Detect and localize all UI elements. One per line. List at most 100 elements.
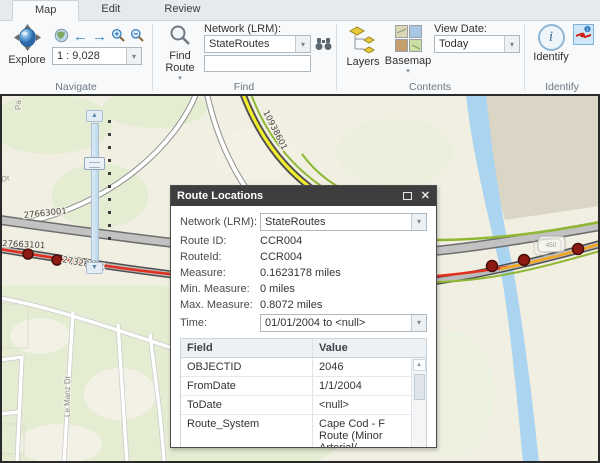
layers-label: Layers bbox=[346, 56, 379, 68]
close-icon[interactable]: ✕ bbox=[421, 191, 430, 202]
attribute-table: Field Value OBJECTID 2046 FromDate 1/1/2… bbox=[180, 338, 427, 448]
tab-review[interactable]: Review bbox=[142, 0, 222, 20]
identify-label: Identify bbox=[533, 51, 568, 63]
zoom-slider-track[interactable] bbox=[91, 123, 99, 261]
popup-network-value: StateRoutes bbox=[261, 216, 411, 228]
table-row[interactable]: FromDate 1/1/2004 bbox=[181, 377, 411, 396]
table-row[interactable]: Route_System Cape Cod - F Route (Minor A… bbox=[181, 415, 411, 448]
navigate-icon-row: ← → bbox=[54, 28, 145, 46]
zoom-slider-down-button[interactable]: ▼ bbox=[86, 262, 103, 274]
table-cell-value: <null> bbox=[313, 396, 411, 414]
basemap-button[interactable]: Basemap ▾ bbox=[386, 25, 430, 75]
popup-body: Network (LRM): StateRoutes ▾ Route ID: C… bbox=[171, 206, 436, 448]
zoom-in-icon[interactable] bbox=[111, 28, 126, 46]
popup-field-label: Time: bbox=[180, 317, 260, 329]
popup-time-value: 01/01/2004 to <null> bbox=[261, 317, 411, 329]
table-cell-value: 1/1/2004 bbox=[313, 377, 411, 395]
scrollbar-thumb[interactable] bbox=[414, 374, 425, 400]
attribute-table-rows: OBJECTID 2046 FromDate 1/1/2004 ToDate <… bbox=[181, 358, 411, 448]
network-lrm-combobox[interactable]: StateRoutes ▾ bbox=[204, 35, 311, 53]
popup-field-label: Route ID: bbox=[180, 235, 260, 247]
popup-field-label: Measure: bbox=[180, 267, 260, 279]
layers-icon bbox=[348, 25, 378, 56]
popup-field-label: Max. Measure: bbox=[180, 299, 260, 311]
chevron-down-icon[interactable]: ▾ bbox=[504, 36, 519, 52]
popup-title: Route Locations bbox=[177, 190, 403, 202]
table-cell-value: 2046 bbox=[313, 358, 411, 376]
group-label-contents: Contents bbox=[336, 81, 524, 93]
zoom-out-icon[interactable] bbox=[130, 28, 145, 46]
street-label: Pa bbox=[14, 100, 23, 110]
scroll-up-icon[interactable]: ▲ bbox=[413, 359, 426, 371]
popup-network-combobox[interactable]: StateRoutes ▾ bbox=[260, 213, 427, 231]
table-row[interactable]: OBJECTID 2046 bbox=[181, 358, 411, 377]
chevron-down-icon: ▾ bbox=[406, 67, 410, 75]
table-cell-field: FromDate bbox=[181, 377, 313, 395]
identify-route-locations-tool-button[interactable]: i bbox=[573, 24, 594, 45]
zoom-slider-handle[interactable] bbox=[84, 157, 105, 170]
table-cell-field: ToDate bbox=[181, 396, 313, 414]
identify-icon: i bbox=[538, 24, 565, 51]
popup-field-label: RouteId: bbox=[180, 251, 260, 263]
table-scrollbar[interactable]: ▲ ▼ bbox=[411, 358, 426, 448]
find-route-label-line2: Route bbox=[165, 62, 194, 74]
route-input[interactable] bbox=[204, 55, 311, 72]
view-date-value: Today bbox=[435, 38, 504, 50]
ribbon: Map Edit Review Explore bbox=[0, 0, 600, 94]
group-label-find: Find bbox=[152, 81, 336, 93]
popup-titlebar[interactable]: Route Locations ✕ bbox=[171, 186, 436, 206]
map-scale-combobox[interactable]: 1 : 9,028 ▾ bbox=[52, 47, 142, 65]
zoom-slider-up-button[interactable]: ▲ bbox=[86, 110, 103, 122]
basemap-label: Basemap bbox=[385, 55, 431, 67]
zoom-slider[interactable]: ▲ ▼ bbox=[84, 110, 106, 278]
binoculars-icon[interactable] bbox=[315, 37, 332, 54]
back-arrow-icon[interactable]: ← bbox=[73, 30, 88, 44]
table-cell-field: Route_System bbox=[181, 415, 313, 448]
maximize-icon[interactable] bbox=[403, 192, 412, 200]
chevron-down-icon[interactable]: ▾ bbox=[411, 214, 426, 230]
group-label-identify: Identify bbox=[524, 81, 600, 93]
street-label: Le Manz Dr bbox=[63, 375, 72, 417]
route-shield-label: 450 bbox=[546, 242, 557, 249]
chevron-down-icon[interactable]: ▾ bbox=[295, 36, 310, 52]
column-header-value: Value bbox=[313, 339, 426, 357]
table-cell-value: Cape Cod - F Route (Minor Arterial/ Coll… bbox=[313, 415, 411, 448]
group-label-navigate: Navigate bbox=[0, 81, 152, 93]
explore-button[interactable]: Explore bbox=[6, 24, 48, 66]
popup-field-value: CCR004 bbox=[260, 251, 302, 263]
route-locations-popup: Route Locations ✕ Network (LRM): StateRo… bbox=[170, 185, 437, 448]
tab-edit[interactable]: Edit bbox=[79, 0, 142, 20]
route-info-icon: i bbox=[575, 25, 592, 45]
popup-field-value: 0.8072 miles bbox=[260, 299, 322, 311]
popup-field-value: 0.1623178 miles bbox=[260, 267, 341, 279]
map-scale-value: 1 : 9,028 bbox=[53, 50, 126, 62]
find-route-label-line1: Find bbox=[169, 50, 190, 62]
table-cell-field: OBJECTID bbox=[181, 358, 313, 376]
globe-icon[interactable] bbox=[54, 28, 69, 46]
forward-arrow-icon[interactable]: → bbox=[92, 30, 107, 44]
explore-icon bbox=[14, 24, 41, 54]
table-row[interactable]: ToDate <null> bbox=[181, 396, 411, 415]
find-route-button[interactable]: Find Route ▾ bbox=[160, 24, 200, 82]
chevron-down-icon[interactable]: ▾ bbox=[411, 315, 426, 331]
layers-button[interactable]: Layers bbox=[344, 25, 382, 68]
ribbon-tabbar: Map Edit Review bbox=[0, 0, 600, 21]
identify-button[interactable]: i Identify bbox=[531, 24, 571, 63]
explore-label: Explore bbox=[8, 54, 45, 66]
network-lrm-label: Network (LRM): bbox=[204, 23, 281, 35]
popup-time-combobox[interactable]: 01/01/2004 to <null> ▾ bbox=[260, 314, 427, 332]
zoom-slider-ticks bbox=[108, 120, 111, 242]
basemap-icon bbox=[395, 25, 422, 55]
popup-field-label: Network (LRM): bbox=[180, 216, 260, 228]
view-date-label: View Date: bbox=[434, 23, 487, 35]
view-date-combobox[interactable]: Today ▾ bbox=[434, 35, 520, 53]
ribbon-body: Explore ← → 1 : 9,028 ▾ Navigate bbox=[0, 21, 600, 94]
popup-field-value: CCR004 bbox=[260, 235, 302, 247]
popup-field-label: Min. Measure: bbox=[180, 283, 260, 295]
tab-map[interactable]: Map bbox=[12, 0, 79, 21]
column-header-field: Field bbox=[181, 339, 313, 357]
popup-field-value: 0 miles bbox=[260, 283, 295, 295]
chevron-down-icon[interactable]: ▾ bbox=[126, 48, 141, 64]
attribute-table-header: Field Value bbox=[181, 339, 426, 358]
network-lrm-value: StateRoutes bbox=[205, 38, 295, 50]
